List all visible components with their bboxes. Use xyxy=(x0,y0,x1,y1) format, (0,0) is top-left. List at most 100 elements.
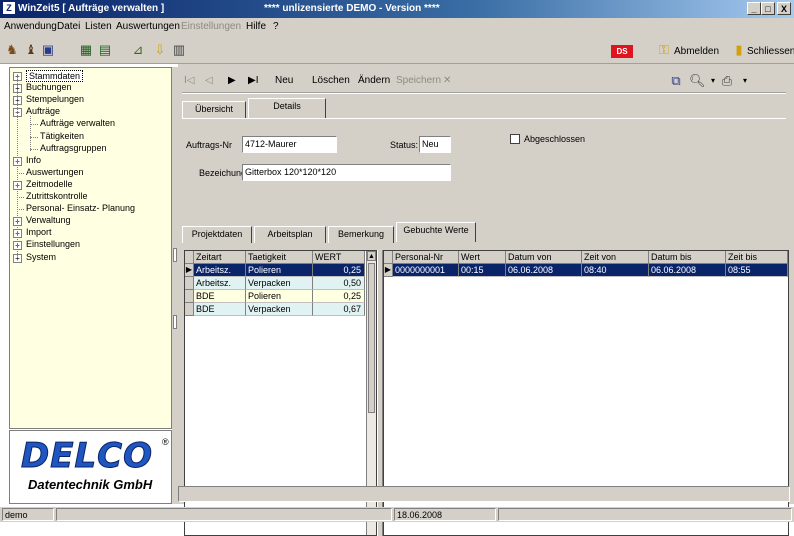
column-header[interactable]: Wert xyxy=(459,251,506,264)
cancel-button[interactable]: ✕ xyxy=(443,75,451,86)
grid-cell[interactable]: BDE xyxy=(194,303,246,316)
tree-item[interactable]: Tätigkeiten xyxy=(40,131,84,141)
grid-cell[interactable]: 00:15 xyxy=(459,264,506,277)
tree-item[interactable]: Info xyxy=(26,155,41,165)
column-header[interactable]: Zeit von xyxy=(582,251,649,264)
copy-icon[interactable]: ⧉ xyxy=(668,73,684,89)
tree-item[interactable]: Verwaltung xyxy=(26,215,71,225)
column-header[interactable]: Datum bis xyxy=(649,251,726,264)
tree-item[interactable]: Auftragsgruppen xyxy=(40,143,107,153)
grid-cell[interactable]: BDE xyxy=(194,290,246,303)
scroll-up-icon[interactable]: ▲ xyxy=(367,251,376,261)
subtab-0[interactable]: Projektdaten xyxy=(182,226,252,243)
grid-cell[interactable]: Arbeitsz. xyxy=(194,277,246,290)
tree-item[interactable]: Aufträge xyxy=(26,106,60,116)
menu-einstellungen[interactable]: Einstellungen xyxy=(181,21,241,32)
bezeichnung-field[interactable]: Gitterbox 120*120*120 xyxy=(242,164,451,181)
row-marker[interactable]: ▶ xyxy=(185,264,194,277)
document-icon[interactable]: ▥ xyxy=(171,42,187,58)
menu-anwendung[interactable]: Anwendung xyxy=(4,21,57,32)
menu-listen[interactable]: Listen xyxy=(85,21,112,32)
tab-1[interactable]: Details xyxy=(248,98,326,118)
maximize-button[interactable]: □ xyxy=(761,2,775,15)
grid-cell[interactable]: 08:55 xyxy=(726,264,788,277)
print-dropdown-icon[interactable]: ▾ xyxy=(737,73,753,89)
menu-hilfe[interactable]: Hilfe xyxy=(246,21,266,32)
print-icon[interactable]: ⎙ xyxy=(719,73,735,89)
grid-cell[interactable]: 0000000001 xyxy=(393,264,459,277)
delco-logo-text: DELCO xyxy=(21,436,153,476)
next-record-button[interactable]: ▶ xyxy=(228,75,236,86)
column-header[interactable]: Zeit bis xyxy=(726,251,788,264)
tree-item[interactable]: Personal- Einsatz- Planung xyxy=(26,203,135,213)
tree-item[interactable]: Zeitmodelle xyxy=(26,179,73,189)
column-header[interactable]: Datum von xyxy=(506,251,582,264)
menu-datei[interactable]: Datei xyxy=(57,21,80,32)
calculator-icon[interactable]: ▦ xyxy=(78,42,94,58)
tree-item[interactable]: Stammdaten xyxy=(26,70,84,82)
close-button[interactable]: X xyxy=(777,2,791,15)
column-header[interactable]: WERT xyxy=(313,251,365,264)
abgeschlossen-checkbox[interactable] xyxy=(510,134,520,144)
close-app-button[interactable]: Schliessen xyxy=(747,46,794,57)
tree-item[interactable]: Buchungen xyxy=(26,82,72,92)
menu-help-question[interactable]: ? xyxy=(273,21,279,32)
chart-icon[interactable]: ⊿ xyxy=(130,42,146,58)
grid-cell[interactable]: Polieren xyxy=(246,264,313,277)
row-marker[interactable] xyxy=(185,290,194,303)
new-button[interactable]: Neu xyxy=(275,75,293,86)
row-marker[interactable]: ▶ xyxy=(384,264,393,277)
grid-cell[interactable]: Verpacken xyxy=(246,303,313,316)
tree-item[interactable]: Aufträge verwalten xyxy=(40,118,115,128)
delete-button[interactable]: Löschen xyxy=(312,75,350,86)
import-icon[interactable]: ⇩ xyxy=(152,42,168,58)
tree-item[interactable]: Auswertungen xyxy=(26,167,84,177)
users-icon[interactable]: ♞ xyxy=(4,42,20,58)
logout-icon[interactable]: ⚿ xyxy=(656,42,672,58)
grid-cell[interactable]: 06.06.2008 xyxy=(649,264,726,277)
splitter-grip-bottom[interactable] xyxy=(173,315,177,329)
minimize-button[interactable]: _ xyxy=(747,2,761,15)
subtab-2[interactable]: Bemerkung xyxy=(328,226,394,243)
user-info-icon[interactable]: ♝ xyxy=(23,42,39,58)
row-marker[interactable] xyxy=(185,303,194,316)
tab-0[interactable]: Übersicht xyxy=(182,101,246,118)
grid-cell[interactable]: 0,25 xyxy=(313,290,365,303)
stamp-icon[interactable]: ▣ xyxy=(40,42,56,58)
column-header[interactable]: Zeitart xyxy=(194,251,246,264)
splitter-grip-top[interactable] xyxy=(173,248,177,262)
scroll-thumb[interactable] xyxy=(368,263,375,413)
save-button[interactable]: Speichern xyxy=(396,75,441,86)
last-record-button[interactable]: ▶I xyxy=(248,75,258,86)
menu-auswertungen[interactable]: Auswertungen xyxy=(116,21,180,32)
grid-cell[interactable]: Arbeitsz. xyxy=(194,264,246,277)
title-bar: Z WinZeit5 [ Aufträge verwalten ] **** u… xyxy=(0,0,794,18)
preview-icon[interactable]: 🔍︎ xyxy=(689,73,706,89)
tree-connector xyxy=(17,197,24,198)
edit-button[interactable]: Ändern xyxy=(358,75,390,86)
tree-item[interactable]: Stempelungen xyxy=(26,94,84,104)
subtab-1[interactable]: Arbeitsplan xyxy=(254,226,326,243)
subtab-3[interactable]: Gebuchte Werte xyxy=(396,222,476,242)
tree-item[interactable]: Import xyxy=(26,227,52,237)
logout-button[interactable]: Abmelden xyxy=(674,46,719,57)
column-header[interactable]: Personal-Nr xyxy=(393,251,459,264)
grid-cell[interactable]: 0,50 xyxy=(313,277,365,290)
grid-cell[interactable]: 08:40 xyxy=(582,264,649,277)
prev-record-button[interactable]: ◁ xyxy=(205,75,213,86)
grid-cell[interactable]: Polieren xyxy=(246,290,313,303)
tree-item[interactable]: Einstellungen xyxy=(26,239,80,249)
row-marker[interactable] xyxy=(185,277,194,290)
exit-door-icon[interactable]: ▮ xyxy=(731,42,747,58)
grid-cell[interactable]: 0,25 xyxy=(313,264,365,277)
table-icon[interactable]: ▤ xyxy=(97,42,113,58)
tree-item[interactable]: System xyxy=(26,252,56,262)
grid-cell[interactable]: 0,67 xyxy=(313,303,365,316)
column-header[interactable]: Taetigkeit xyxy=(246,251,313,264)
first-record-button[interactable]: I◁ xyxy=(184,75,194,86)
status-field[interactable]: Neu xyxy=(419,136,451,153)
tree-item[interactable]: Zutrittskontrolle xyxy=(26,191,88,201)
auftrags-nr-field[interactable]: 4712-Maurer xyxy=(242,136,337,153)
grid-cell[interactable]: 06.06.2008 xyxy=(506,264,582,277)
grid-cell[interactable]: Verpacken xyxy=(246,277,313,290)
